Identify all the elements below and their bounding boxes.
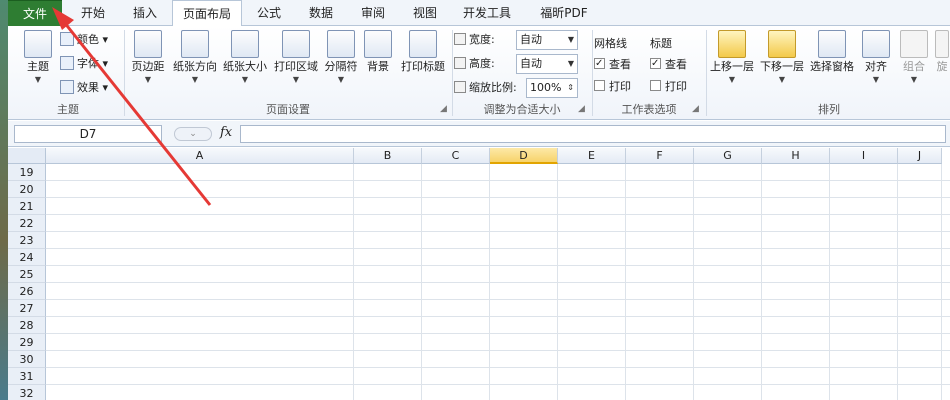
annotation-arrowhead [52, 7, 74, 30]
annotation-arrow-line [58, 16, 212, 206]
annotation-arrow [52, 7, 212, 206]
window-left-edge [0, 0, 8, 400]
excel-window: 文件 开始 插入 页面布局 公式 数据 审阅 视图 开发工具 福昕PDF 主题 … [8, 0, 950, 400]
